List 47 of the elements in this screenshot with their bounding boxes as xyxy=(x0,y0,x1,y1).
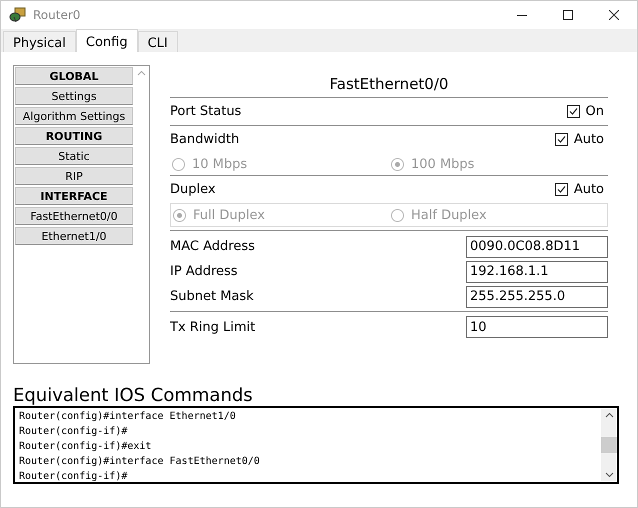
console-line: Router(config-if)# xyxy=(19,470,128,482)
sidebar-item[interactable]: RIP xyxy=(15,167,133,185)
sidebar-item[interactable]: FastEthernet0/0 xyxy=(15,207,133,225)
sidebar-item[interactable]: Static xyxy=(15,147,133,165)
checkbox-label[interactable]: On xyxy=(586,104,604,119)
scrollbar-thumb[interactable] xyxy=(601,437,617,453)
checkbox-label[interactable]: Auto xyxy=(574,182,604,197)
field-label: Tx Ring Limit xyxy=(170,320,256,334)
checkbox[interactable] xyxy=(566,105,580,118)
console-line: Router(config)#interface FastEthernet0/0 xyxy=(19,455,261,469)
scroll-up-icon[interactable] xyxy=(604,412,614,418)
sidebar-item[interactable]: Algorithm Settings xyxy=(15,107,133,125)
console-line: Router(config-if)#exit xyxy=(19,440,152,454)
tab[interactable]: CLI xyxy=(138,31,178,52)
maximize-icon xyxy=(563,10,573,20)
close-icon xyxy=(609,10,619,20)
tab[interactable]: Physical xyxy=(3,31,76,52)
sidebar-item[interactable]: Settings xyxy=(15,87,133,105)
field-label: Bandwidth xyxy=(170,132,240,147)
scroll-down-icon[interactable] xyxy=(604,472,614,478)
console-line: Router(config-if)# xyxy=(19,425,128,439)
field-label: Port Status xyxy=(170,104,242,119)
sidebar-header[interactable]: INTERFACE xyxy=(15,187,133,205)
interface-title: FastEthernet0/0 xyxy=(170,75,608,98)
tab[interactable]: Config xyxy=(76,29,138,52)
field-label: Subnet Mask xyxy=(170,289,255,304)
window-title: Router0 xyxy=(33,8,80,22)
radio-button[interactable] xyxy=(391,158,404,170)
input-field[interactable]: 0090.0C08.8D11 xyxy=(466,236,608,258)
field-label: MAC Address xyxy=(170,239,256,254)
sidebar-item[interactable]: Ethernet1/0 xyxy=(15,227,133,245)
input-field[interactable]: 192.168.1.1 xyxy=(466,260,608,282)
radio-button[interactable] xyxy=(391,208,404,222)
sidebar-header[interactable]: GLOBAL xyxy=(15,67,133,85)
input-field[interactable]: 255.255.255.0 xyxy=(466,286,608,308)
checkbox[interactable] xyxy=(554,183,568,196)
checkbox[interactable] xyxy=(554,133,568,146)
input-field[interactable]: 10 xyxy=(466,316,608,338)
field-label: IP Address xyxy=(170,264,239,279)
checkbox-label[interactable]: Auto xyxy=(574,132,604,147)
console-line: Router(config)#interface Ethernet1/0 xyxy=(19,410,237,424)
section-title: Equivalent IOS Commands xyxy=(13,386,254,406)
field-label: Duplex xyxy=(170,182,217,197)
router-icon xyxy=(9,7,27,23)
radio-button[interactable] xyxy=(172,158,185,170)
sidebar-header[interactable]: ROUTING xyxy=(15,127,133,145)
radio-button[interactable] xyxy=(173,208,186,222)
